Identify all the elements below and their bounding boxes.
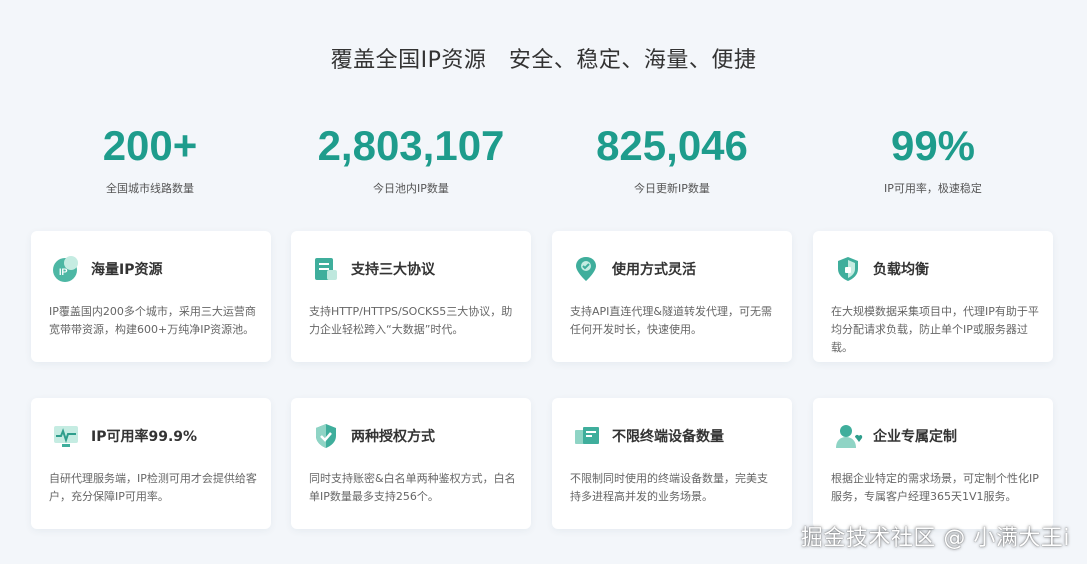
card-title: 企业专属定制: [873, 429, 957, 445]
card-description: 支持HTTP/HTTPS/SOCKS5三大协议，助力企业轻松跨入“大数据”时代。: [309, 305, 513, 336]
feature-card-custom[interactable]: 企业专属定制 根据企业特定的需求场景，可定制个性化IP服务，专属客户经理365天…: [813, 398, 1053, 529]
card-title: 两种授权方式: [351, 429, 435, 445]
stat-value: 99%: [890, 122, 976, 169]
card-description: IP覆盖国内200多个城市，采用三大运营商宽带带资源，构建600+万纯净IP资源…: [49, 305, 256, 336]
stat-value: 2,803,107: [317, 122, 505, 169]
shield-check-icon: [311, 421, 341, 451]
location-pin-icon: [572, 254, 602, 284]
shield-lock-icon: [833, 254, 863, 284]
document-protocol-icon: [311, 254, 341, 284]
card-title: 负载均衡: [873, 262, 929, 278]
card-description: 同时支持账密&白名单两种鉴权方式，白名单IP数量最多支持256个。: [309, 472, 516, 503]
devices-icon: [572, 421, 602, 451]
feature-card-load-balance[interactable]: 负载均衡 在大规模数据采集项目中，代理IP有助于平均分配请求负载，防止单个IP或…: [813, 231, 1053, 362]
stat-value: 825,046: [596, 122, 748, 169]
stat-availability: 99% IP可用率，极速稳定: [813, 122, 1053, 196]
watermark: 掘金技术社区 @ 小满大王i: [800, 526, 1070, 551]
feature-card-availability[interactable]: IP可用率99.9% 自研代理服务端，IP检测可用才会提供给客户，充分保障IP可…: [31, 398, 271, 529]
feature-card-protocols[interactable]: 支持三大协议 支持HTTP/HTTPS/SOCKS5三大协议，助力企业轻松跨入“…: [291, 231, 531, 362]
svg-text:IP: IP: [59, 267, 68, 277]
stat-updated-ips: 825,046 今日更新IP数量: [552, 122, 792, 196]
card-description: 不限制同时使用的终端设备数量，完美支持多进程高并发的业务场景。: [570, 472, 768, 503]
card-title: IP可用率99.9%: [91, 429, 198, 445]
card-description: 在大规模数据采集项目中，代理IP有助于平均分配请求负载，防止单个IP或服务器过载…: [831, 305, 1039, 354]
user-heart-icon: [833, 421, 863, 451]
ip-globe-icon: IP: [51, 254, 81, 284]
stat-caption: 今日更新IP数量: [634, 182, 710, 195]
card-description: 自研代理服务端，IP检测可用才会提供给客户，充分保障IP可用率。: [49, 472, 257, 503]
feature-card-flexible[interactable]: 使用方式灵活 支持API直连代理&隧道转发代理，可无需任何开发时长，快速使用。: [552, 231, 792, 362]
stat-caption: 全国城市线路数量: [106, 182, 194, 195]
page-title: 覆盖全国IP资源 安全、稳定、海量、便捷: [330, 48, 757, 73]
card-description: 根据企业特定的需求场景，可定制个性化IP服务，专属客户经理365天1V1服务。: [831, 472, 1039, 503]
stat-caption: 今日池内IP数量: [373, 182, 449, 195]
stat-pool-ips: 2,803,107 今日池内IP数量: [291, 122, 531, 196]
card-title: 海量IP资源: [91, 262, 163, 278]
stat-value: 200+: [102, 122, 198, 169]
feature-card-auth[interactable]: 两种授权方式 同时支持账密&白名单两种鉴权方式，白名单IP数量最多支持256个。: [291, 398, 531, 529]
card-title: 使用方式灵活: [612, 262, 696, 278]
card-title: 支持三大协议: [351, 262, 435, 278]
feature-card-devices[interactable]: 不限终端设备数量 不限制同时使用的终端设备数量，完美支持多进程高并发的业务场景。: [552, 398, 792, 529]
card-description: 支持API直连代理&隧道转发代理，可无需任何开发时长，快速使用。: [570, 305, 772, 336]
stat-caption: IP可用率，极速稳定: [884, 182, 982, 195]
monitor-pulse-icon: [51, 421, 81, 451]
stat-city-lines: 200+ 全国城市线路数量: [30, 122, 270, 196]
card-title: 不限终端设备数量: [612, 429, 724, 445]
feature-card-massive-ip[interactable]: IP 海量IP资源 IP覆盖国内200多个城市，采用三大运营商宽带带资源，构建6…: [31, 231, 271, 362]
